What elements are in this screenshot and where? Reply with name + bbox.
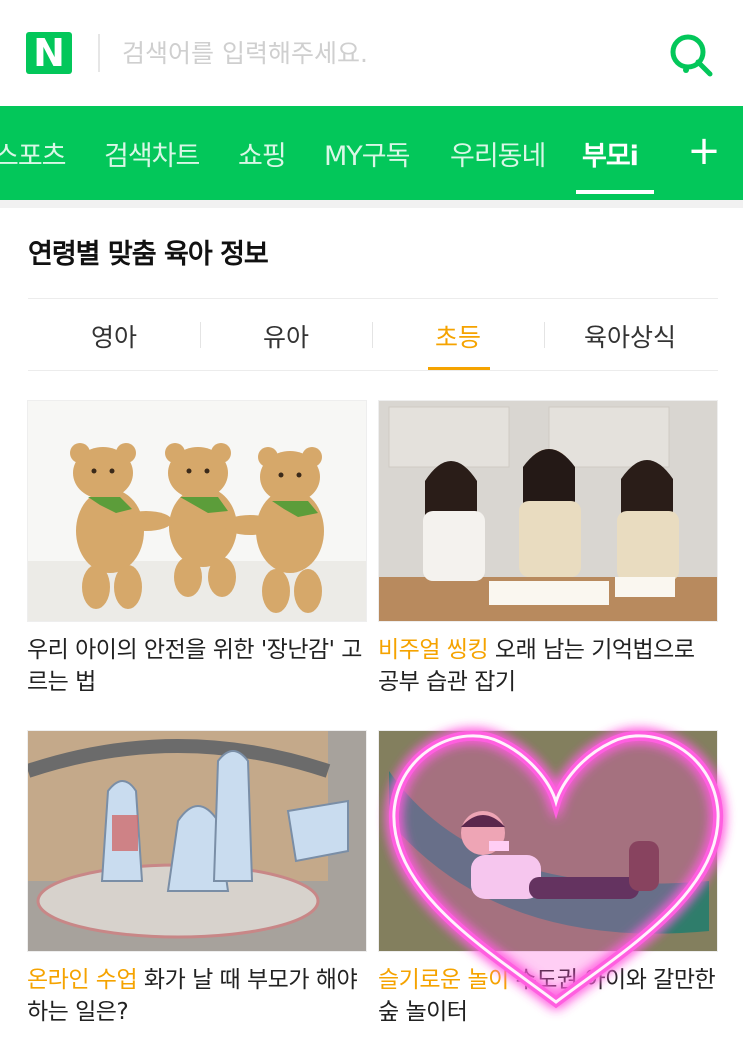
search-header: N [0, 0, 743, 106]
section-title: 연령별 맞춤 육아 정보 [28, 239, 269, 270]
subtab-infant[interactable]: 영아 [28, 318, 200, 354]
tab-my-subscription[interactable]: MY구독 [324, 134, 410, 174]
teddy-bears-image[interactable] [27, 400, 367, 622]
tab-search-chart[interactable]: 검색차트 [104, 134, 200, 174]
divider [28, 370, 718, 371]
search-input[interactable] [122, 30, 642, 76]
child-hammock-image[interactable] [378, 730, 718, 952]
divider [28, 298, 718, 299]
tab-sports[interactable]: 스포츠 [0, 134, 67, 174]
card-title[interactable]: 슬기로운 놀이 수도권 아이와 갈만한 숲 놀이터 [378, 964, 718, 1028]
paper-craft-image[interactable] [27, 730, 367, 952]
subtab-toddler[interactable]: 유아 [200, 318, 372, 354]
logo-letter: N [33, 31, 65, 75]
add-tab-icon[interactable]: + [686, 126, 722, 176]
students-studying-image[interactable] [378, 400, 718, 622]
active-tab-indicator [576, 190, 654, 194]
card-highlight: 온라인 수업 [27, 967, 138, 993]
tab-neighborhood[interactable]: 우리동네 [450, 134, 546, 174]
card-highlight: 비주얼 씽킹 [378, 637, 489, 663]
search-icon[interactable] [664, 28, 718, 82]
naver-logo[interactable]: N [26, 32, 72, 74]
divider [98, 34, 100, 72]
card-title[interactable]: 비주얼 씽킹 오래 남는 기억법으로 공부 습관 잡기 [378, 634, 718, 698]
nav-shadow [0, 200, 743, 208]
main-tab-nav: 스포츠 검색차트 쇼핑 MY구독 우리동네 부모i + [0, 106, 743, 200]
card-highlight: 슬기로운 놀이 [378, 967, 509, 993]
tab-shopping[interactable]: 쇼핑 [238, 134, 287, 174]
subtab-elementary[interactable]: 초등 [372, 318, 544, 354]
subtab-parenting-tips[interactable]: 육아상식 [544, 318, 716, 354]
card-title[interactable]: 우리 아이의 안전을 위한 '장난감' 고르는 법 [27, 634, 367, 698]
card-title[interactable]: 온라인 수업 화가 날 때 부모가 해야 하는 일은? [27, 964, 367, 1028]
tab-parenting[interactable]: 부모i [582, 134, 639, 174]
card-text: 우리 아이의 안전을 위한 '장난감' 고르는 법 [27, 637, 362, 695]
